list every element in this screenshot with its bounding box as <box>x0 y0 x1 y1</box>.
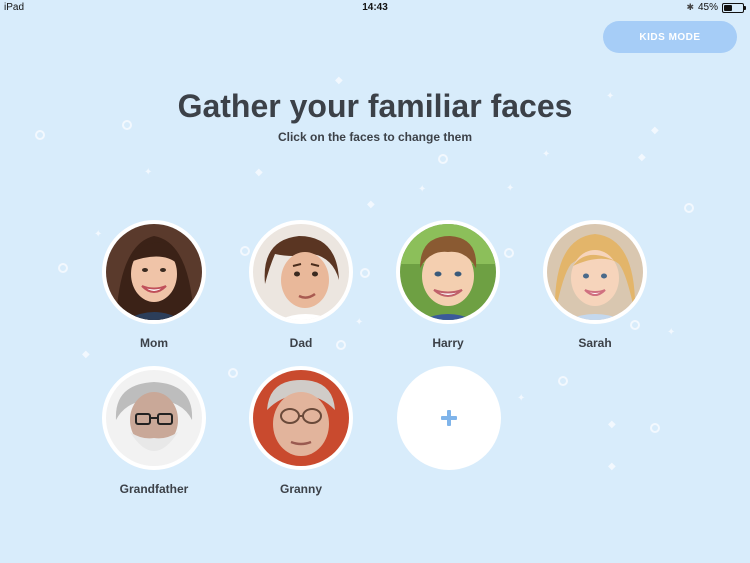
circle-sparkle-icon <box>650 423 660 433</box>
page-title: Gather your familiar faces <box>177 88 573 124</box>
face-label-granny: Granny <box>279 482 322 496</box>
sparkle-icon: ◆ <box>638 152 646 163</box>
sparkle-icon: ◆ <box>335 75 343 86</box>
battery-percent: 45% <box>697 2 718 13</box>
sparkle-icon: ✦ <box>667 327 676 338</box>
circle-sparkle-icon <box>360 268 370 278</box>
sparkle-icon: ✦ <box>542 149 551 160</box>
face-photo-dad-image <box>253 224 349 320</box>
face-label-sarah: Sarah <box>578 336 612 350</box>
face-photo-grandfather-image <box>106 370 202 466</box>
circle-sparkle-icon <box>228 368 238 378</box>
battery-level <box>724 4 733 11</box>
face-card-dad[interactable]: Dad <box>249 220 353 350</box>
sparkle-icon: ✦ <box>355 317 364 328</box>
face-photo-sarah[interactable] <box>543 220 647 324</box>
status-bar: iPad 14:43 ✱ 45% <box>0 0 750 16</box>
face-label-mom: Mom <box>140 336 168 350</box>
face-card-grandfather[interactable]: Grandfather <box>102 366 206 496</box>
face-label-harry: Harry <box>432 336 464 350</box>
face-card-harry[interactable]: Harry <box>396 220 500 350</box>
clock: 14:43 <box>362 2 388 13</box>
face-photo-sarah-image <box>547 224 643 320</box>
face-label-grandfather: Grandfather <box>119 482 189 496</box>
face-photo-grandfather[interactable] <box>102 366 206 470</box>
face-card-sarah[interactable]: Sarah <box>543 220 647 350</box>
sparkle-icon: ◆ <box>82 349 90 360</box>
add-face-button[interactable] <box>397 366 501 470</box>
sparkle-icon: ✦ <box>517 393 526 404</box>
page-subtitle: Click on the faces to change them <box>277 130 473 144</box>
sparkle-icon: ✦ <box>144 167 153 178</box>
circle-sparkle-icon <box>438 154 448 164</box>
sparkle-icon: ◆ <box>367 199 375 210</box>
battery-icon <box>722 2 746 13</box>
face-photo-dad[interactable] <box>249 220 353 324</box>
face-card-mom[interactable]: Mom <box>102 220 206 350</box>
sparkle-icon: ◆ <box>255 167 263 178</box>
face-photo-harry[interactable] <box>396 220 500 324</box>
bluetooth-icon: ✱ <box>686 2 694 12</box>
kids-mode-button[interactable]: KIDS MODE <box>603 21 737 53</box>
circle-sparkle-icon <box>58 263 68 273</box>
face-photo-harry-image <box>400 224 496 320</box>
face-photo-granny[interactable] <box>249 366 353 470</box>
circle-sparkle-icon <box>684 203 694 213</box>
circle-sparkle-icon <box>504 248 514 258</box>
status-right: ✱ 45% <box>686 2 746 13</box>
circle-sparkle-icon <box>558 376 568 386</box>
sparkle-icon: ✦ <box>418 184 427 195</box>
sparkle-icon: ✦ <box>506 183 515 194</box>
face-label-dad: Dad <box>289 336 313 350</box>
face-photo-mom-image <box>106 224 202 320</box>
face-card-granny[interactable]: Granny <box>249 366 353 496</box>
sparkle-icon: ◆ <box>608 461 616 472</box>
face-photo-granny-image <box>253 370 349 466</box>
sparkle-icon: ◆ <box>608 419 616 430</box>
plus-icon <box>441 410 457 426</box>
face-photo-mom[interactable] <box>102 220 206 324</box>
